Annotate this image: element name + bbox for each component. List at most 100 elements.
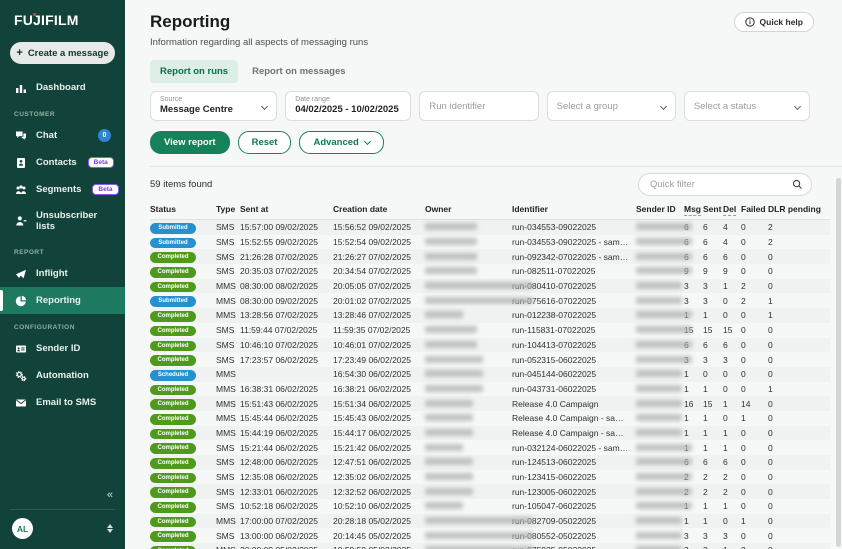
col-owner[interactable]: Owner bbox=[425, 204, 512, 214]
view-report-button[interactable]: View report bbox=[150, 131, 230, 154]
table-row[interactable]: Completed MMS 15:45:44 06/02/2025 15:45:… bbox=[150, 411, 830, 426]
sidebar-item-label: Reporting bbox=[36, 295, 81, 306]
cell-creation-date: 21:26:27 07/02/2025 bbox=[333, 252, 425, 262]
sidebar-item-inflight[interactable]: Inflight bbox=[0, 260, 125, 287]
sidebar-item-email-to-sms[interactable]: Email to SMS bbox=[0, 389, 125, 416]
owner-redacted bbox=[425, 444, 463, 451]
table-row[interactable]: Completed SMS 20:35:03 07/02/2025 20:34:… bbox=[150, 264, 830, 279]
cell-del: 0 bbox=[723, 384, 741, 394]
cell-creation-date: 20:28:18 05/02/2025 bbox=[333, 516, 425, 526]
table-row[interactable]: Completed SMS 13:00:00 06/02/2025 20:14:… bbox=[150, 528, 830, 543]
sidebar-item-reporting[interactable]: Reporting bbox=[0, 287, 125, 314]
cell-dlr: 2 bbox=[768, 237, 830, 247]
table-row[interactable]: Completed SMS 21:26:28 07/02/2025 21:26:… bbox=[150, 249, 830, 264]
table-row[interactable]: Submitted SMS 15:52:55 09/02/2025 15:52:… bbox=[150, 235, 830, 250]
table-row[interactable]: Completed SMS 12:33:01 06/02/2025 12:32:… bbox=[150, 484, 830, 499]
table-row[interactable]: Completed MMS 15:44:19 06/02/2025 15:44:… bbox=[150, 426, 830, 441]
vertical-scrollbar[interactable] bbox=[836, 178, 841, 547]
group-select[interactable] bbox=[547, 91, 676, 121]
sidebar-item-sender-id[interactable]: Sender ID bbox=[0, 335, 125, 362]
quick-filter-input[interactable] bbox=[650, 179, 792, 190]
chevron-down-icon bbox=[364, 138, 371, 145]
status-badge: Completed bbox=[150, 355, 196, 366]
table-row[interactable]: Completed SMS 17:23:57 06/02/2025 17:23:… bbox=[150, 352, 830, 367]
date-range-picker[interactable]: Date range 04/02/2025 - 10/02/2025 bbox=[285, 91, 411, 121]
cell-creation-date: 15:44:17 06/02/2025 bbox=[333, 428, 425, 438]
cell-identifier: Release 4.0 Campaign - sample recor… bbox=[512, 428, 636, 438]
table-row[interactable]: Completed MMS 16:38:31 06/02/2025 16:38:… bbox=[150, 382, 830, 397]
sidebar-item-unsubscriber-lists[interactable]: Unsubscriber lists bbox=[0, 203, 125, 239]
cell-sent: 3 bbox=[703, 545, 723, 549]
cell-sent-at: 15:45:44 06/02/2025 bbox=[240, 413, 333, 423]
table-row[interactable]: Completed SMS 12:35:08 06/02/2025 12:35:… bbox=[150, 470, 830, 485]
col-failed[interactable]: Failed bbox=[741, 204, 768, 214]
sidebar-item-contacts[interactable]: Contacts Beta bbox=[0, 149, 125, 176]
status-select-input[interactable] bbox=[694, 101, 800, 112]
avatar[interactable]: AL bbox=[12, 518, 33, 539]
status-select[interactable] bbox=[684, 91, 810, 121]
tab-report-on-runs[interactable]: Report on runs bbox=[150, 60, 238, 83]
cell-failed: 0 bbox=[741, 310, 768, 320]
sidebar-item-chat[interactable]: Chat 0 bbox=[0, 122, 125, 149]
table-row[interactable]: Completed MMS 15:51:43 06/02/2025 15:51:… bbox=[150, 396, 830, 411]
cell-failed: 0 bbox=[741, 487, 768, 497]
create-message-button[interactable]: + Create a message bbox=[10, 42, 115, 64]
table-row[interactable]: Completed SMS 11:59:44 07/02/2025 11:59:… bbox=[150, 323, 830, 338]
col-status[interactable]: Status bbox=[150, 204, 216, 214]
quick-help-button[interactable]: Quick help bbox=[734, 12, 814, 32]
cell-failed: 0 bbox=[741, 222, 768, 232]
scrollbar-thumb[interactable] bbox=[836, 178, 841, 547]
advanced-button[interactable]: Advanced bbox=[299, 131, 383, 154]
col-del[interactable]: Del bbox=[723, 204, 741, 214]
table-row[interactable]: Completed SMS 12:48:00 06/02/2025 12:47:… bbox=[150, 455, 830, 470]
cell-identifier: run-092342-07022025 - sample recor… bbox=[512, 252, 636, 262]
table-row[interactable]: Completed SMS 10:52:18 06/02/2025 10:52:… bbox=[150, 499, 830, 514]
sidebar-item-segments[interactable]: Segments Beta bbox=[0, 176, 125, 203]
logo-red-dot-icon bbox=[33, 13, 36, 16]
col-type[interactable]: Type bbox=[216, 204, 240, 214]
status-badge: Completed bbox=[150, 282, 196, 293]
status-badge: Completed bbox=[150, 443, 196, 454]
col-identifier[interactable]: Identifier bbox=[512, 204, 636, 214]
run-identifier-input[interactable] bbox=[429, 101, 528, 112]
sidebar-item-dashboard[interactable]: Dashboard bbox=[0, 74, 125, 101]
page-subtitle: Information regarding all aspects of mes… bbox=[150, 37, 368, 48]
col-sent[interactable]: Sent bbox=[703, 204, 723, 214]
col-msg[interactable]: Msg bbox=[684, 204, 703, 214]
table-row[interactable]: Scheduled MMS 16:54:30 06/02/2025 run-04… bbox=[150, 367, 830, 382]
table-row[interactable]: Submitted MMS 08:30:00 09/02/2025 20:01:… bbox=[150, 293, 830, 308]
cell-dlr: 0 bbox=[768, 457, 830, 467]
sidebar-item-label: Segments bbox=[36, 184, 81, 195]
collapse-sidebar-button[interactable]: « bbox=[0, 485, 125, 509]
table-row[interactable]: Completed MMS 13:28:56 07/02/2025 13:28:… bbox=[150, 308, 830, 323]
table-row[interactable]: Completed MMS 20:00:09 05/02/2025 19:59:… bbox=[150, 543, 830, 549]
col-dlr-pending[interactable]: DLR pending bbox=[768, 204, 830, 214]
table-row[interactable]: Completed MMS 17:00:00 07/02/2025 20:28:… bbox=[150, 514, 830, 529]
source-select[interactable]: Source Message Centre bbox=[150, 91, 277, 121]
group-select-input[interactable] bbox=[557, 101, 666, 112]
cell-dlr: 0 bbox=[768, 369, 830, 379]
table-row[interactable]: Completed SMS 10:46:10 07/02/2025 10:46:… bbox=[150, 338, 830, 353]
cell-dlr: 0 bbox=[768, 281, 830, 291]
cell-identifier: run-034553-09022025 bbox=[512, 222, 636, 232]
tab-report-on-messages[interactable]: Report on messages bbox=[242, 60, 355, 83]
owner-redacted bbox=[425, 385, 483, 392]
sidebar-item-automation[interactable]: Automation bbox=[0, 362, 125, 389]
table-row[interactable]: Submitted SMS 15:57:00 09/02/2025 15:56:… bbox=[150, 220, 830, 235]
search-icon[interactable] bbox=[792, 179, 803, 190]
cell-msg: 3 bbox=[684, 531, 703, 541]
account-switcher-button[interactable] bbox=[107, 524, 113, 533]
col-sender-id[interactable]: Sender ID bbox=[636, 204, 684, 214]
reset-button[interactable]: Reset bbox=[238, 131, 292, 154]
fujifilm-logo: FUJIFILM bbox=[0, 0, 125, 34]
cell-failed: 0 bbox=[741, 325, 768, 335]
sidebar-item-label: Sender ID bbox=[36, 343, 80, 354]
col-sent-at[interactable]: Sent at bbox=[240, 204, 333, 214]
table-row[interactable]: Completed SMS 15:21:44 06/02/2025 15:21:… bbox=[150, 440, 830, 455]
col-creation-date[interactable]: Creation date bbox=[333, 204, 425, 214]
sender-redacted bbox=[636, 223, 692, 230]
cell-type: MMS bbox=[216, 516, 240, 526]
table-row[interactable]: Completed MMS 08:30:00 08/02/2025 20:05:… bbox=[150, 279, 830, 294]
chevron-up-icon bbox=[107, 524, 113, 528]
cell-sent: 15 bbox=[703, 325, 723, 335]
